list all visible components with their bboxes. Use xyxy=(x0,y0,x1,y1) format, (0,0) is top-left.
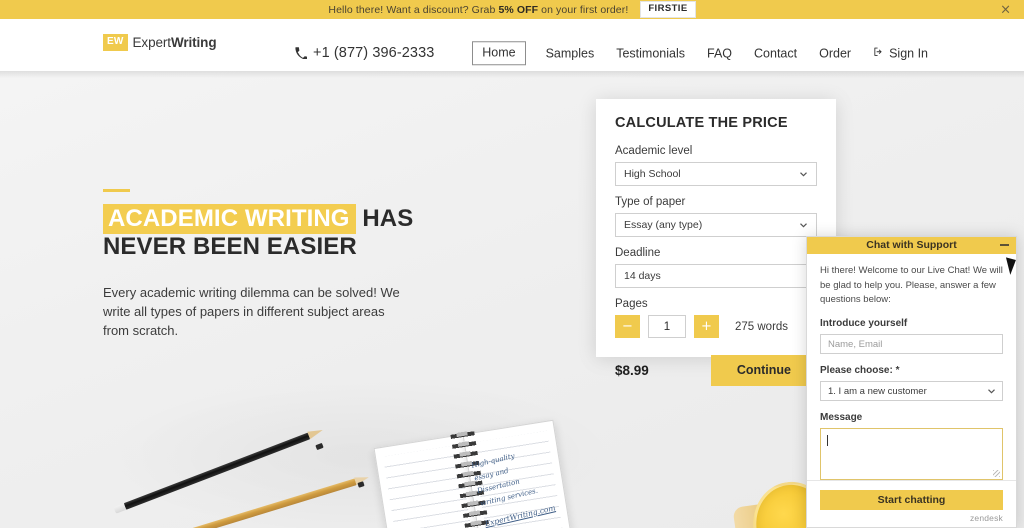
deadline-label: Deadline xyxy=(615,247,661,259)
nav-item-faq[interactable]: FAQ xyxy=(707,46,732,60)
promo-banner: Hello there! Want a discount? Grab 5% OF… xyxy=(0,0,1024,19)
promo-code-badge[interactable]: FIRSTIE xyxy=(640,1,696,18)
hero-title-line2: NEVER BEEN EASIER xyxy=(103,233,357,261)
logo-text: ExpertWriting xyxy=(133,35,217,50)
logo-text-bold: Writing xyxy=(170,35,217,50)
continue-button[interactable]: Continue xyxy=(710,355,817,386)
phone-link[interactable]: +1 (877) 396-2333 xyxy=(295,45,434,61)
header-shadow xyxy=(0,71,1024,78)
phone-number: +1 (877) 396-2333 xyxy=(313,45,435,61)
type-of-paper-select[interactable]: Essay (any type) xyxy=(615,213,817,237)
word-count: 275 words xyxy=(735,320,789,333)
chat-greeting-message: Hi there! Welcome to our Live Chat! We w… xyxy=(820,264,1003,306)
type-of-paper-label: Type of paper xyxy=(615,196,686,208)
chat-footer: Start chatting zendesk xyxy=(807,480,1016,527)
promo-discount: 5% OFF xyxy=(498,3,539,16)
promo-text-after: on your first order! xyxy=(538,3,629,16)
calculator-footer: $8.99 Continue xyxy=(615,355,817,386)
logo[interactable]: EW ExpertWriting xyxy=(103,34,217,51)
pages-stepper: − 1 + 275 words xyxy=(615,315,817,338)
logo-mark: EW xyxy=(103,34,128,51)
please-choose-label: Please choose: * xyxy=(820,365,900,376)
hero-title-rest: HAS xyxy=(355,205,414,232)
type-of-paper-value: Essay (any type) xyxy=(624,219,703,231)
chat-body: Hi there! Welcome to our Live Chat! We w… xyxy=(807,254,1016,480)
pages-label: Pages xyxy=(615,298,648,310)
calculator-title: CALCULATE THE PRICE xyxy=(615,115,788,131)
chat-title: Chat with Support xyxy=(866,239,957,252)
chevron-down-icon xyxy=(799,221,808,230)
pages-input[interactable]: 1 xyxy=(648,315,686,338)
sign-in-button[interactable]: Sign In xyxy=(873,46,928,60)
name-email-input[interactable]: Name, Email xyxy=(820,334,1003,354)
introduce-yourself-label: Introduce yourself xyxy=(820,318,908,329)
chat-vendor-label: zendesk xyxy=(969,513,1003,523)
nav-item-contact[interactable]: Contact xyxy=(754,46,797,60)
pages-decrement-button[interactable]: − xyxy=(615,315,640,338)
phone-icon xyxy=(295,47,307,59)
nav-item-samples[interactable]: Samples xyxy=(546,46,595,60)
nav-item-order[interactable]: Order xyxy=(819,46,851,60)
resize-handle-icon[interactable] xyxy=(993,470,1000,477)
chevron-down-icon xyxy=(799,170,808,179)
chevron-down-icon xyxy=(987,387,996,396)
academic-level-select[interactable]: High School xyxy=(615,162,817,186)
hero-subtitle: Every academic writing dilemma can be so… xyxy=(103,285,400,338)
site-header: EW ExpertWriting +1 (877) 396-2333 Home … xyxy=(0,19,1024,71)
close-icon[interactable]: × xyxy=(1000,3,1011,16)
logo-text-light: Expert xyxy=(132,35,172,50)
sign-in-icon xyxy=(873,46,884,60)
page-title: ACADEMIC WRITING HAS NEVER BEEN EASIER xyxy=(103,204,414,262)
page-root: Hello there! Want a discount? Grab 5% OF… xyxy=(0,0,1024,528)
nav-item-testimonials[interactable]: Testimonials xyxy=(616,46,685,60)
deadline-value: 14 days xyxy=(624,270,661,282)
main-nav: Home Samples Testimonials FAQ Contact Or… xyxy=(472,41,928,65)
academic-level-label: Academic level xyxy=(615,145,693,157)
chat-widget: Chat with Support Hi there! Welcome to o… xyxy=(806,236,1017,528)
price-value: $8.99 xyxy=(615,362,649,378)
promo-banner-text: Hello there! Want a discount? Grab 5% OF… xyxy=(328,4,628,16)
customer-type-select[interactable]: 1. I am a new customer xyxy=(820,381,1003,401)
message-textarea[interactable] xyxy=(820,428,1003,480)
price-calculator-card: CALCULATE THE PRICE Academic level High … xyxy=(596,99,836,386)
pages-increment-button[interactable]: + xyxy=(694,315,719,338)
promo-text-before: Hello there! Want a discount? Grab xyxy=(328,3,499,16)
text-caret xyxy=(827,435,828,446)
deadline-select[interactable]: 14 days xyxy=(615,264,817,288)
sign-in-label: Sign In xyxy=(889,46,928,60)
customer-type-value: 1. I am a new customer xyxy=(828,385,927,397)
chat-header[interactable]: Chat with Support xyxy=(807,237,1016,254)
academic-level-value: High School xyxy=(624,168,681,180)
hero-title-highlight: ACADEMIC WRITING xyxy=(103,204,356,234)
hero-accent-rule xyxy=(103,189,130,192)
start-chatting-button[interactable]: Start chatting xyxy=(820,490,1003,510)
minimize-icon[interactable] xyxy=(1000,244,1009,247)
message-label: Message xyxy=(820,412,863,423)
nav-item-home[interactable]: Home xyxy=(472,41,526,65)
